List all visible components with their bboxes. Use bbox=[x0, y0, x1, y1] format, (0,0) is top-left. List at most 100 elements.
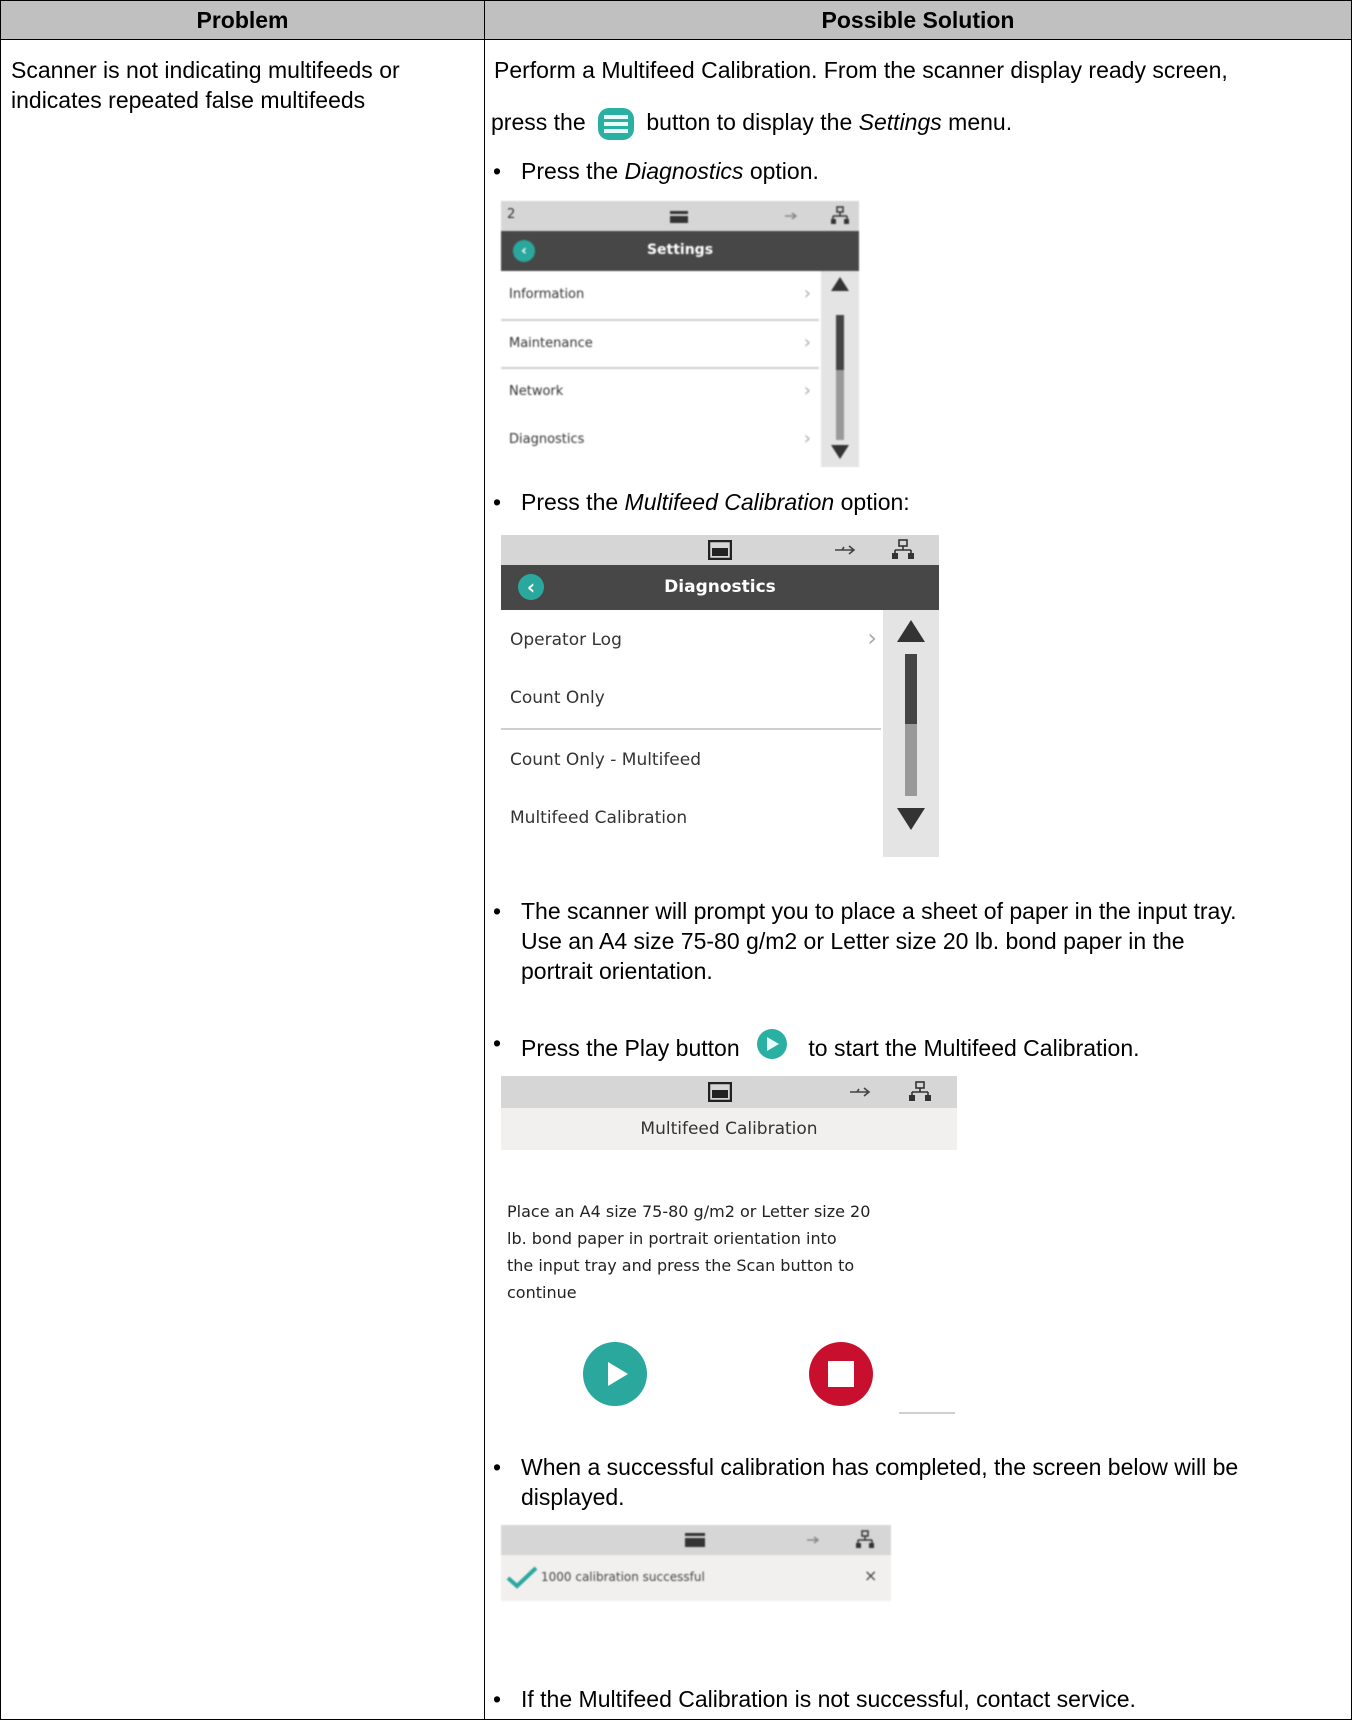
stop-icon[interactable] bbox=[809, 1342, 873, 1406]
step-text: portrait orientation. bbox=[521, 958, 713, 984]
intro-line-1: Perform a Multifeed Calibration. From th… bbox=[494, 57, 1228, 83]
table-header: Problem Possible Solution bbox=[1, 1, 1351, 40]
bullet: • bbox=[493, 1686, 502, 1712]
step-text: option: bbox=[840, 489, 910, 515]
settings-screen: 2 ‹ Settings Information › Maintenance ›… bbox=[501, 201, 859, 467]
menu-item[interactable]: Count Only - Multifeed bbox=[501, 730, 881, 790]
step-text: When a successful calibration has comple… bbox=[521, 1454, 1239, 1480]
diagnostics-screen: ‹ Diagnostics Operator Log › Count Only … bbox=[501, 535, 939, 857]
tray-icon bbox=[708, 540, 732, 560]
menu-item[interactable]: Count Only bbox=[501, 670, 881, 730]
menu-item-label: Operator Log bbox=[510, 630, 622, 650]
scroll-thumb[interactable] bbox=[905, 654, 917, 724]
menu-item-label: Count Only bbox=[510, 688, 605, 708]
check-icon bbox=[506, 1566, 538, 1589]
menu-item-label: Network bbox=[509, 384, 564, 399]
network-icon bbox=[892, 539, 914, 559]
close-icon[interactable]: × bbox=[864, 1566, 877, 1585]
success-banner: 1000 calibration successful × bbox=[501, 1555, 891, 1601]
step-text: Press the bbox=[521, 158, 619, 184]
usb-icon bbox=[850, 1087, 871, 1097]
network-icon bbox=[909, 1081, 931, 1101]
status-bar bbox=[501, 535, 939, 565]
success-screen: 1000 calibration successful × bbox=[501, 1525, 891, 1601]
menu-item[interactable]: Information › bbox=[501, 271, 819, 321]
status-bar bbox=[501, 1525, 891, 1555]
step-text: Press the bbox=[521, 489, 619, 515]
column-divider bbox=[484, 1, 485, 1719]
header-solution: Possible Solution bbox=[821, 7, 1015, 33]
intro-line-2: press the button to display the Settings… bbox=[491, 107, 1012, 141]
menu-item-label: Maintenance bbox=[509, 336, 593, 351]
status-left-text: 2 bbox=[507, 207, 516, 222]
tray-icon bbox=[708, 1082, 732, 1102]
scrollbar[interactable] bbox=[821, 271, 859, 467]
step-text: The scanner will prompt you to place a s… bbox=[521, 898, 1237, 924]
step-text: option. bbox=[749, 158, 819, 184]
screen-title: Diagnostics bbox=[664, 577, 776, 597]
menu-icon bbox=[596, 107, 636, 141]
chevron-right-icon: › bbox=[803, 332, 811, 353]
scroll-track-fill bbox=[905, 724, 917, 796]
step-text: Use an A4 size 75-80 g/m2 or Letter size… bbox=[521, 928, 1185, 954]
message-line: continue bbox=[507, 1283, 577, 1302]
usb-icon bbox=[807, 1536, 820, 1544]
title-bar: ‹ Diagnostics bbox=[501, 565, 939, 610]
menu-item[interactable]: Diagnostics › bbox=[501, 417, 819, 465]
chevron-right-icon: › bbox=[803, 428, 811, 449]
menu-item[interactable]: Multifeed Calibration bbox=[501, 790, 881, 850]
diagnostics-word: Diagnostics bbox=[624, 158, 744, 184]
bullet: • bbox=[493, 158, 502, 184]
message-line: lb. bond paper in portrait orientation i… bbox=[507, 1229, 837, 1248]
bullet: • bbox=[493, 1030, 502, 1056]
network-icon bbox=[856, 1530, 874, 1548]
menu-item-label: Count Only - Multifeed bbox=[510, 750, 702, 770]
scroll-up-icon[interactable] bbox=[831, 277, 849, 291]
menu-item[interactable]: Network › bbox=[501, 369, 819, 417]
screen-title: Multifeed Calibration bbox=[640, 1119, 818, 1139]
scroll-track-fill bbox=[836, 370, 844, 440]
menu-item[interactable]: Operator Log › bbox=[501, 610, 881, 670]
status-bar bbox=[501, 1076, 957, 1108]
success-message: 1000 calibration successful bbox=[541, 1570, 705, 1584]
menu-item-label: Diagnostics bbox=[509, 432, 585, 447]
chevron-right-icon: › bbox=[803, 283, 811, 304]
scroll-up-icon[interactable] bbox=[897, 620, 925, 642]
problem-line-2: indicates repeated false multifeeds bbox=[11, 87, 366, 113]
tray-icon bbox=[670, 211, 688, 223]
tray-icon bbox=[685, 1533, 705, 1547]
multifeed-calibration-word: Multifeed Calibration bbox=[624, 489, 835, 515]
intro-text: button to display the bbox=[646, 109, 853, 136]
calibration-screen: Multifeed Calibration Place an A4 size 7… bbox=[501, 1076, 957, 1420]
intro-text: menu. bbox=[948, 109, 1013, 136]
header-problem: Problem bbox=[196, 7, 289, 33]
usb-icon bbox=[785, 212, 798, 220]
chevron-right-icon: › bbox=[867, 624, 877, 652]
usb-icon bbox=[835, 545, 856, 555]
scroll-thumb[interactable] bbox=[836, 315, 844, 370]
bullet: • bbox=[493, 898, 502, 924]
play-button-icon bbox=[754, 1028, 790, 1060]
step-text: to start the Multifeed Calibration. bbox=[808, 1035, 1140, 1061]
scroll-down-icon[interactable] bbox=[897, 808, 925, 830]
scroll-down-icon[interactable] bbox=[831, 445, 849, 459]
step-text: If the Multifeed Calibration is not succ… bbox=[521, 1686, 1136, 1712]
step-text: Press the Play button bbox=[521, 1035, 740, 1061]
title-bar: ‹ Settings bbox=[501, 231, 859, 271]
scrollbar[interactable] bbox=[883, 610, 939, 857]
status-bar: 2 bbox=[501, 201, 859, 231]
network-icon bbox=[831, 206, 849, 224]
play-icon[interactable] bbox=[583, 1342, 647, 1406]
problem-line-1: Scanner is not indicating multifeeds or bbox=[11, 57, 400, 83]
bullet: • bbox=[493, 489, 502, 515]
menu-item-label: Information bbox=[509, 287, 585, 302]
calibration-message: Place an A4 size 75-80 g/m2 or Letter si… bbox=[507, 1198, 870, 1306]
message-line: the input tray and press the Scan button… bbox=[507, 1256, 855, 1275]
calibration-title-bar: Multifeed Calibration bbox=[501, 1108, 957, 1150]
settings-word: Settings bbox=[858, 109, 942, 136]
screen-title: Settings bbox=[646, 242, 714, 258]
menu-item[interactable]: Maintenance › bbox=[501, 321, 819, 369]
message-line: Place an A4 size 75-80 g/m2 or Letter si… bbox=[507, 1202, 871, 1221]
menu-item-label: Multifeed Calibration bbox=[510, 808, 688, 828]
divider bbox=[899, 1412, 955, 1414]
